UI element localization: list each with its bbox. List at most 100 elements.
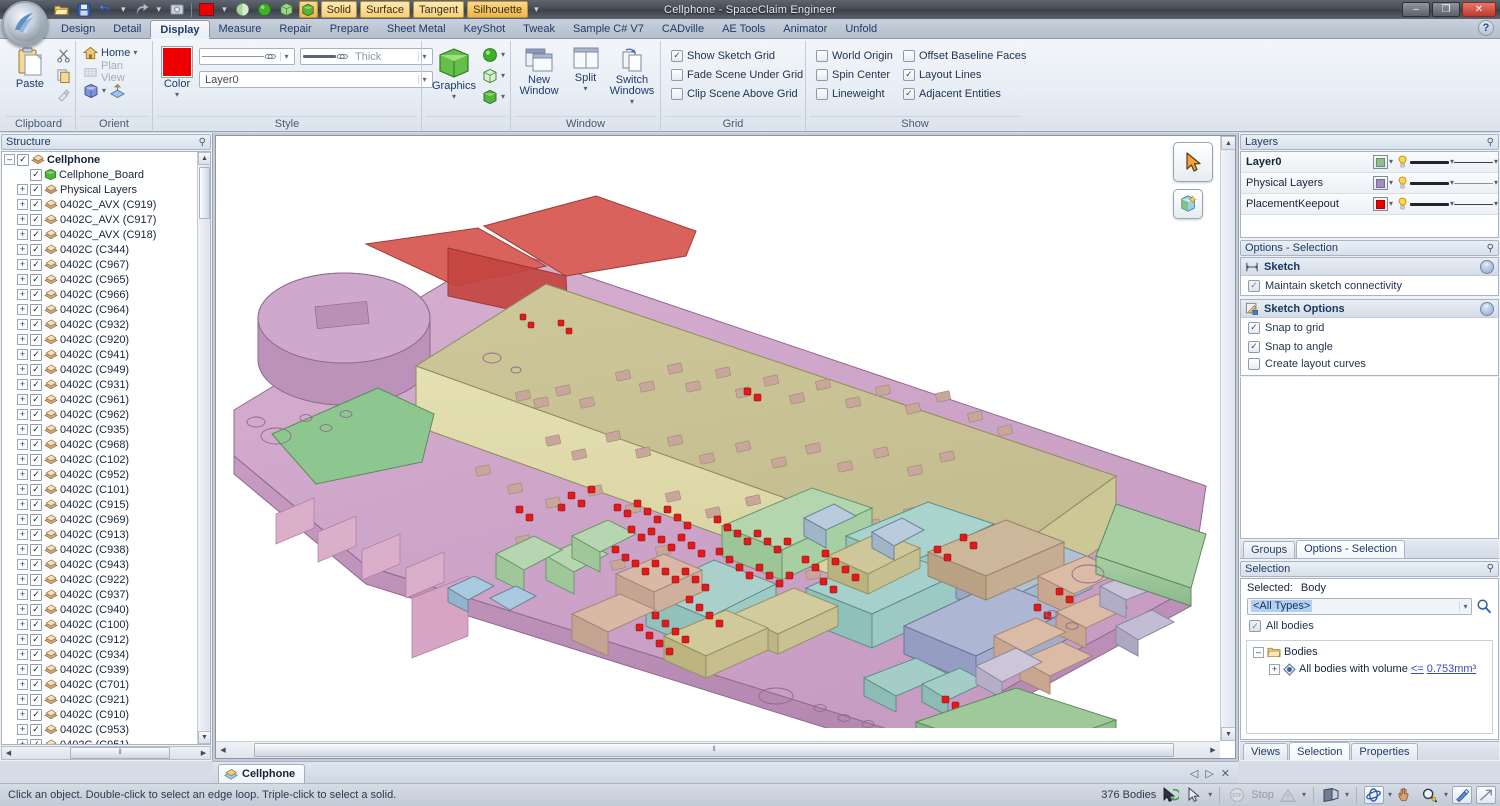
structure-tree-row[interactable]: +✓0402C (C949) <box>2 362 197 377</box>
structure-tree-row[interactable]: +✓0402C (C922) <box>2 572 197 587</box>
cursor-icon[interactable] <box>1184 786 1204 804</box>
layout-lines-checkbox[interactable]: ✓ <box>903 69 915 81</box>
scroll-thumb[interactable] <box>199 167 210 219</box>
layer-color-cell[interactable]: ▾ <box>1371 197 1395 211</box>
qat-chip-surface[interactable]: Surface <box>360 1 410 18</box>
create-body-tool-button[interactable] <box>1173 189 1203 219</box>
checkbox-show-sketch-grid[interactable]: ✓ Show Sketch Grid <box>671 46 775 65</box>
copy-button[interactable] <box>56 66 71 84</box>
layer-color-caret[interactable]: ▾ <box>1389 179 1393 187</box>
hscroll-track[interactable]: ⦀ <box>15 747 197 759</box>
structure-tree-row[interactable]: +✓0402C (C964) <box>2 302 197 317</box>
tree-expander[interactable]: – <box>4 154 15 165</box>
zoom-dropdown-caret[interactable]: ▾ <box>1444 791 1448 799</box>
structure-tree-row[interactable]: +✓0402C (C937) <box>2 587 197 602</box>
layers-grid[interactable]: Layer0 ▾ ▾ ▾ Physical Layers ▾ <box>1240 151 1499 238</box>
layer-linestyle[interactable]: ▾ <box>1454 200 1498 208</box>
tree-visibility-checkbox[interactable]: ✓ <box>30 529 42 541</box>
all-bodies-checkbox[interactable]: ✓ <box>1249 620 1261 632</box>
ribbon-tab-detail[interactable]: Detail <box>104 19 150 38</box>
new-window-button[interactable]: New Window <box>515 44 563 97</box>
layer-color-swatch[interactable] <box>1373 197 1388 211</box>
ribbon-tab-design[interactable]: Design <box>52 19 104 38</box>
checkbox-world-origin[interactable]: World Origin <box>816 46 893 65</box>
tree-expander[interactable]: + <box>17 424 28 435</box>
scroll-down-arrow-icon[interactable]: ▼ <box>198 731 211 744</box>
tree-visibility-checkbox[interactable]: ✓ <box>30 709 42 721</box>
tree-expander[interactable]: + <box>17 694 28 705</box>
tree-visibility-checkbox[interactable]: ✓ <box>30 199 42 211</box>
ribbon-tab-tweak[interactable]: Tweak <box>514 19 564 38</box>
tree-visibility-checkbox[interactable]: ✓ <box>30 184 42 196</box>
tree-visibility-checkbox[interactable]: ✓ <box>30 229 42 241</box>
tree-expander[interactable]: + <box>17 724 28 735</box>
tree-visibility-checkbox[interactable]: ✓ <box>30 454 42 466</box>
selection-criteria-tree[interactable]: – Bodies + All bodies with volume <= 0.7… <box>1246 640 1493 735</box>
tree-visibility-checkbox[interactable]: ✓ <box>30 274 42 286</box>
tree-visibility-checkbox[interactable]: ✓ <box>30 319 42 331</box>
maintain-sketch-connectivity-checkbox[interactable]: ✓ <box>1248 280 1260 292</box>
structure-tree-row[interactable]: +✓0402C (C910) <box>2 707 197 722</box>
selection-criteria-operator[interactable]: <= <box>1411 663 1424 675</box>
structure-tree-row[interactable]: +✓0402C (C934) <box>2 647 197 662</box>
screenshot-icon[interactable] <box>167 1 186 18</box>
checkbox-clip-scene-above-grid[interactable]: Clip Scene Above Grid <box>671 84 798 103</box>
tree-expander[interactable]: + <box>17 214 28 225</box>
viewport-scroll-up-arrow-icon[interactable]: ▲ <box>1221 136 1236 150</box>
checkbox-layout-lines[interactable]: ✓ Layout Lines <box>903 65 1026 84</box>
view-orient-icon[interactable] <box>109 83 126 99</box>
tree-visibility-checkbox[interactable]: ✓ <box>30 694 42 706</box>
color-button[interactable]: Color ▾ <box>161 44 193 99</box>
switch-windows-caret[interactable]: ▾ <box>630 98 634 106</box>
style-solid-caret[interactable]: ▾ <box>501 93 505 101</box>
tree-visibility-checkbox[interactable]: ✓ <box>30 634 42 646</box>
structure-tree-root-row[interactable]: –✓Cellphone <box>2 152 197 167</box>
checkbox-fade-scene-under-grid[interactable]: Fade Scene Under Grid <box>671 65 803 84</box>
qat-chip-solid[interactable]: Solid <box>321 1 357 18</box>
tree-expander[interactable]: + <box>17 334 28 345</box>
tree-expander[interactable]: + <box>17 604 28 615</box>
split-button[interactable]: Split ▾ <box>567 44 604 93</box>
layer-linestyle[interactable]: ▾ <box>1454 179 1498 187</box>
checkbox-spin-center[interactable]: Spin Center <box>816 65 893 84</box>
tree-visibility-checkbox[interactable]: ✓ <box>30 739 42 745</box>
tree-expander[interactable]: + <box>17 589 28 600</box>
qat-chip-silhouette[interactable]: Silhouette <box>467 1 528 18</box>
ribbon-tab-keyshot[interactable]: KeyShot <box>455 19 515 38</box>
tree-expander[interactable]: + <box>17 484 28 495</box>
tree-expander[interactable]: + <box>17 304 28 315</box>
ribbon-tab-sheet-metal[interactable]: Sheet Metal <box>378 19 455 38</box>
structure-tree-row[interactable]: +✓0402C (C701) <box>2 677 197 692</box>
structure-tree-row[interactable]: +✓Physical Layers <box>2 182 197 197</box>
snap-to-grid-checkbox[interactable]: ✓ <box>1248 322 1260 334</box>
tree-expander[interactable]: + <box>17 364 28 375</box>
checkbox-lineweight[interactable]: Lineweight <box>816 84 893 103</box>
tree-visibility-checkbox[interactable]: ✓ <box>30 439 42 451</box>
select-mode-icon[interactable] <box>1160 786 1180 804</box>
selection-tree-child-expander[interactable]: + <box>1269 664 1280 675</box>
structure-tree-row[interactable]: +✓0402C_AVX (C917) <box>2 212 197 227</box>
tab-selection[interactable]: Selection <box>1289 742 1350 760</box>
structure-tree-row[interactable]: +✓0402C (C940) <box>2 602 197 617</box>
color-dropdown-caret-ribbon[interactable]: ▾ <box>175 91 179 99</box>
pen-icon[interactable] <box>1452 786 1472 804</box>
structure-tree-row[interactable]: +✓0402C (C969) <box>2 512 197 527</box>
line-weight-combo[interactable]: Thick ▾ <box>300 48 433 65</box>
tab-groups[interactable]: Groups <box>1243 541 1295 558</box>
selection-criteria-value[interactable]: 0.753mm³ <box>1427 663 1477 675</box>
tree-visibility-checkbox[interactable]: ✓ <box>30 679 42 691</box>
fade-scene-checkbox[interactable] <box>671 69 683 81</box>
cursor-dropdown-caret[interactable]: ▾ <box>1208 791 1212 799</box>
cut-button[interactable] <box>56 46 71 64</box>
tab-properties[interactable]: Properties <box>1351 743 1417 760</box>
structure-tree-row[interactable]: +✓0402C (C966) <box>2 287 197 302</box>
tree-expander[interactable]: + <box>17 514 28 525</box>
spin-center-checkbox[interactable] <box>816 69 828 81</box>
tree-expander[interactable]: + <box>17 199 28 210</box>
structure-tree-row[interactable]: +✓0402C (C952) <box>2 467 197 482</box>
undo-icon[interactable] <box>96 1 115 18</box>
layer-combo[interactable]: Layer0 ▾ <box>199 71 433 88</box>
layer-row-physical-layers[interactable]: Physical Layers ▾ ▾ ▾ <box>1241 173 1498 194</box>
tree-expander[interactable]: + <box>17 409 28 420</box>
paste-button[interactable]: Paste <box>6 44 54 90</box>
